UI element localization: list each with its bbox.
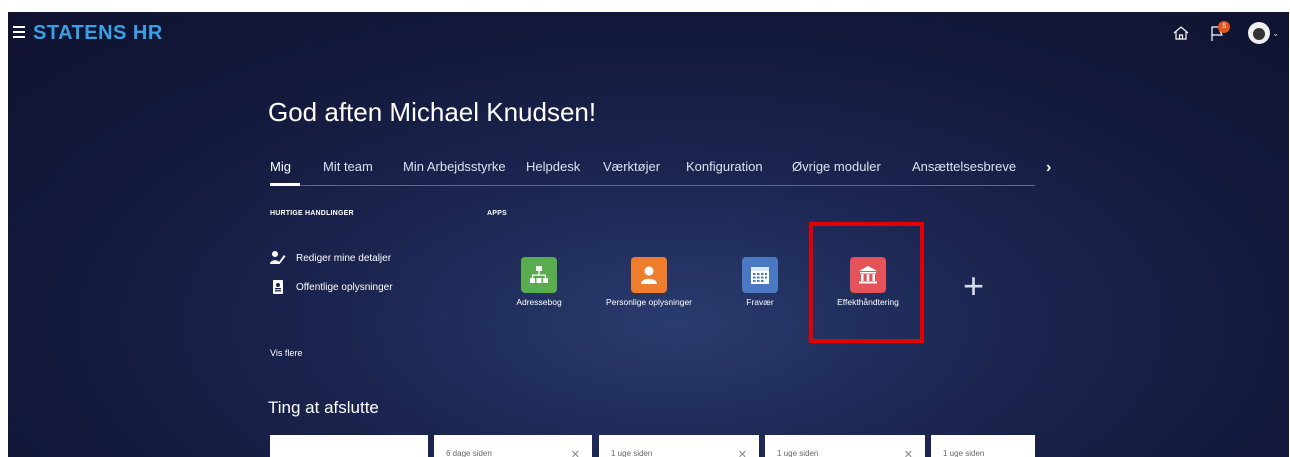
quick-action-label: Rediger mine detaljer	[296, 252, 392, 264]
quick-action-edit-details[interactable]: Rediger mine detaljer	[270, 250, 391, 266]
app-personlige-oplysninger[interactable]: Personlige oplysninger	[604, 257, 694, 308]
tabs-divider	[270, 185, 1035, 186]
chevron-down-icon: ⌄	[1272, 28, 1279, 38]
todo-card-time: 1 uge siden	[943, 449, 985, 457]
close-icon[interactable]: ✕	[738, 448, 747, 457]
quick-action-label: Offentlige oplysninger	[296, 281, 393, 293]
id-badge-icon	[273, 280, 283, 294]
tab-helpdesk[interactable]: Helpdesk	[526, 159, 580, 174]
todo-card-time: 1 uge siden	[611, 449, 653, 457]
tab-mit-team[interactable]: Mit team	[323, 159, 373, 174]
show-more-link[interactable]: Vis flere	[270, 348, 302, 358]
todo-card-time: 1 uge siden	[777, 449, 819, 457]
quick-actions-heading: HURTIGE HANDLINGER	[270, 210, 354, 217]
top-icons: 5 ⌄	[1172, 21, 1279, 44]
close-icon[interactable]: ✕	[904, 448, 913, 457]
tab-ansaettelsesbreve[interactable]: Ansættelsesbreve	[912, 159, 1016, 174]
plus-icon[interactable]: +	[963, 268, 984, 304]
todo-card[interactable]: 6 dage siden ✕	[434, 435, 592, 457]
tab-oevrige-moduler[interactable]: Øvrige moduler	[792, 159, 881, 174]
todo-card[interactable]: 1 uge siden	[931, 435, 1035, 457]
person-edit-icon	[270, 251, 286, 264]
page-background: STATENS HR 5 ⌄ God aften Michael Knudsen…	[8, 12, 1289, 457]
close-icon[interactable]: ✕	[571, 448, 580, 457]
quick-action-public-info[interactable]: Offentlige oplysninger	[270, 279, 393, 295]
todo-card[interactable]	[270, 435, 428, 457]
home-icon[interactable]	[1172, 24, 1190, 42]
tab-konfiguration[interactable]: Konfiguration	[686, 159, 763, 174]
app-label: Adressebog	[516, 297, 562, 307]
tab-vaerktoejer[interactable]: Værktøjer	[603, 159, 660, 174]
chevron-right-icon[interactable]: ›	[1046, 159, 1051, 177]
tab-mig[interactable]: Mig	[270, 159, 291, 174]
tab-bar: Mig Mit team Min Arbejdsstyrke Helpdesk …	[270, 159, 1289, 193]
todo-card[interactable]: 1 uge siden ✕	[765, 435, 925, 457]
app-label: Personlige oplysninger	[606, 297, 692, 307]
user-menu[interactable]: ⌄	[1248, 22, 1279, 44]
todo-card-time: 6 dage siden	[446, 449, 492, 457]
highlight-box	[809, 222, 924, 343]
app-label: Fravær	[746, 297, 774, 307]
tab-min-arbejdsstyrke[interactable]: Min Arbejdsstyrke	[403, 159, 506, 174]
todo-heading: Ting at afslutte	[268, 398, 379, 417]
apps-heading: APPS	[487, 210, 507, 217]
top-bar: STATENS HR 5 ⌄	[8, 12, 1289, 52]
page-title: God aften Michael Knudsen!	[268, 97, 597, 127]
app-adressebog[interactable]: Adressebog	[494, 257, 584, 308]
notification-badge: 5	[1218, 21, 1231, 33]
avatar	[1248, 22, 1271, 44]
org-chart-icon	[521, 257, 557, 293]
hamburger-menu-icon[interactable]	[13, 26, 27, 38]
app-fravaer[interactable]: Fravær	[715, 257, 805, 308]
brand-logo[interactable]: STATENS HR	[33, 22, 163, 45]
person-icon	[631, 257, 667, 293]
calendar-icon	[742, 257, 778, 293]
notifications-button[interactable]: 5	[1208, 21, 1231, 43]
todo-card[interactable]: 1 uge siden ✕	[599, 435, 759, 457]
active-tab-indicator	[270, 183, 300, 186]
